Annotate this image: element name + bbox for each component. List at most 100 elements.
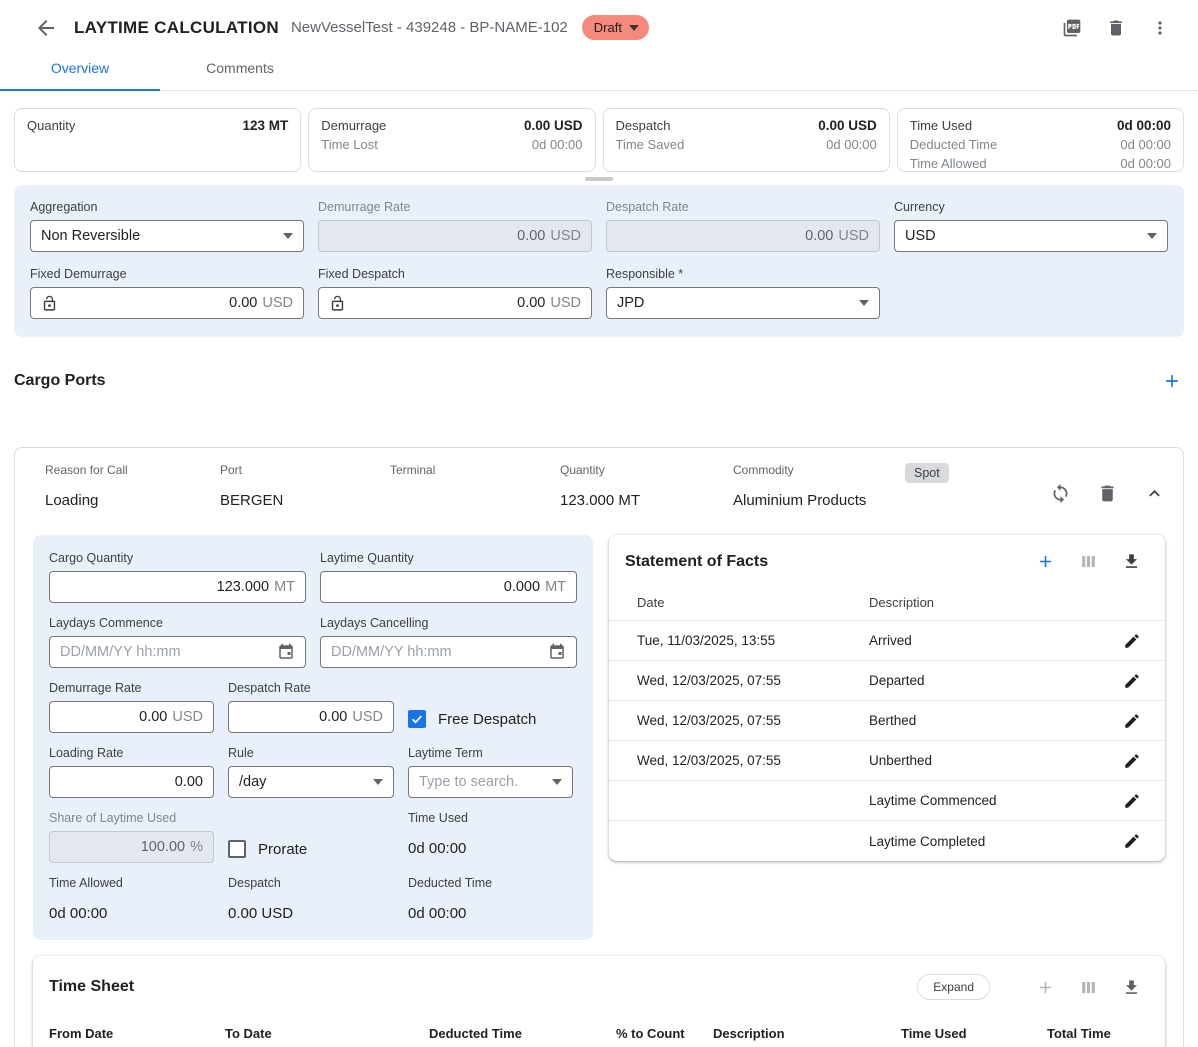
responsible-select[interactable]: JPD — [606, 287, 880, 319]
time-allowed-label: Time Allowed — [49, 876, 214, 890]
calendar-icon[interactable] — [277, 643, 295, 661]
rule-label: Rule — [228, 746, 394, 760]
fixed-demurrage-input[interactable] — [64, 295, 257, 311]
currency-value: USD — [905, 228, 936, 244]
edit-icon[interactable] — [1123, 632, 1141, 650]
chevron-down-icon — [859, 300, 869, 306]
add-port-icon[interactable] — [1162, 371, 1182, 391]
prorate-checkbox[interactable] — [228, 840, 246, 858]
currency-select[interactable]: USD — [894, 220, 1168, 252]
commodity-field: Commodity Aluminium Products — [733, 463, 905, 509]
edit-icon[interactable] — [1123, 672, 1141, 690]
more-options-icon[interactable] — [1150, 18, 1170, 38]
statement-of-facts-panel: Statement of Facts Date Description — [609, 535, 1165, 861]
timesheet-column-header: % to Count — [616, 1026, 713, 1041]
sof-description: Laytime Completed — [869, 834, 1123, 849]
laydays-cancelling-input[interactable] — [331, 644, 542, 660]
summary-row: Time Allowed0d 00:00 — [910, 154, 1171, 173]
time-sheet-title: Time Sheet — [49, 978, 134, 996]
unit-label: USD — [838, 228, 869, 244]
commodity-value: Aluminium Products — [733, 492, 905, 509]
cargo-quantity-label: Cargo Quantity — [49, 551, 306, 565]
fixed-demurrage-field: Fixed Demurrage USD — [30, 267, 304, 319]
summary-label: Quantity — [27, 116, 75, 135]
edit-icon[interactable] — [1123, 832, 1141, 850]
lock-open-icon[interactable] — [329, 295, 346, 312]
fixed-despatch-input[interactable] — [352, 295, 545, 311]
sof-row: Laytime Commenced — [609, 781, 1165, 821]
columns-icon[interactable] — [1079, 978, 1098, 997]
laydays-commence-input[interactable] — [60, 644, 271, 660]
columns-icon[interactable] — [1079, 552, 1098, 571]
port-demurrage-rate-input[interactable] — [60, 709, 167, 725]
free-despatch-checkbox[interactable] — [408, 710, 426, 728]
add-timesheet-icon[interactable] — [1036, 978, 1055, 997]
summary-value: 0d 00:00 — [532, 135, 583, 154]
laytime-term-field: Laytime Term Type to search. — [408, 746, 573, 798]
summary-value: 0d 00:00 — [1120, 154, 1171, 173]
tab-overview[interactable]: Overview — [0, 49, 160, 91]
cargo-quantity-field: Cargo Quantity MT — [49, 551, 306, 603]
expand-button[interactable]: Expand — [917, 974, 990, 1000]
aggregation-select[interactable]: Non Reversible — [30, 220, 304, 252]
port-quantity-field: Quantity 123.000 MT — [560, 463, 733, 509]
delete-icon[interactable] — [1106, 18, 1126, 38]
currency-label: Currency — [894, 200, 1168, 214]
lock-open-icon[interactable] — [41, 295, 58, 312]
unit-label: MT — [545, 579, 566, 595]
terminal-label: Terminal — [390, 463, 560, 477]
fixed-demurrage-label: Fixed Demurrage — [30, 267, 304, 281]
rule-select[interactable]: /day — [228, 766, 394, 798]
unit-label: USD — [550, 295, 581, 311]
tab-comments[interactable]: Comments — [160, 49, 320, 90]
back-arrow-icon[interactable] — [34, 16, 58, 40]
calendar-icon[interactable] — [548, 643, 566, 661]
laytime-term-select[interactable]: Type to search. — [408, 766, 573, 798]
delete-port-icon[interactable] — [1097, 483, 1118, 504]
summary-card-demurrage: Demurrage0.00 USDTime Lost0d 00:00 — [308, 108, 595, 172]
edit-icon[interactable] — [1123, 752, 1141, 770]
download-icon[interactable] — [1122, 552, 1141, 571]
summary-value: 0d 00:00 — [1120, 135, 1171, 154]
prorate-field: Prorate — [228, 835, 394, 863]
loading-rate-input[interactable] — [60, 774, 203, 790]
laytime-term-label: Laytime Term — [408, 746, 573, 760]
loading-rate-field: Loading Rate — [49, 746, 214, 798]
add-fact-icon[interactable] — [1036, 552, 1055, 571]
cargo-port-card: Reason for Call Loading Port BERGEN Term… — [14, 447, 1184, 1047]
pdf-export-icon[interactable] — [1062, 18, 1082, 38]
despatch-rate-input — [617, 228, 833, 244]
loading-rate-box — [49, 766, 214, 798]
cargo-quantity-input[interactable] — [60, 579, 269, 595]
collapse-icon[interactable] — [1144, 483, 1165, 504]
quantity-label: Quantity — [560, 463, 733, 477]
sync-icon[interactable] — [1050, 483, 1071, 504]
download-icon[interactable] — [1122, 978, 1141, 997]
responsible-field: Responsible * JPD — [606, 267, 880, 319]
port-actions — [1050, 463, 1165, 509]
share-of-laytime-field: Share of Laytime Used % — [49, 811, 214, 863]
chevron-down-icon — [1147, 233, 1157, 239]
laytime-quantity-box: MT — [320, 571, 577, 603]
time-sheet-panel: Time Sheet Expand From DateTo DateDeduct… — [33, 956, 1165, 1047]
sof-description: Departed — [869, 673, 1123, 688]
summary-label: Demurrage — [321, 116, 386, 135]
unit-label: USD — [172, 709, 203, 725]
status-badge[interactable]: Draft — [582, 15, 649, 40]
port-despatch-rate-input[interactable] — [239, 709, 347, 725]
demurrage-rate-field: Demurrage Rate USD — [318, 200, 592, 252]
edit-icon[interactable] — [1123, 792, 1141, 810]
unit-label: USD — [262, 295, 293, 311]
unit-label: USD — [352, 709, 383, 725]
laydays-cancelling-box — [320, 636, 577, 668]
page-title: LAYTIME CALCULATION — [74, 18, 279, 38]
laytime-quantity-input[interactable] — [331, 579, 540, 595]
summary-value: 0.00 USD — [818, 116, 877, 135]
chevron-down-icon — [283, 233, 293, 239]
share-of-laytime-input — [60, 839, 185, 855]
demurrage-rate-box: USD — [49, 701, 214, 733]
resize-handle[interactable] — [585, 177, 613, 181]
edit-icon[interactable] — [1123, 712, 1141, 730]
terminal-field: Terminal — [390, 463, 560, 509]
sof-date: Wed, 12/03/2025, 07:55 — [637, 713, 869, 728]
